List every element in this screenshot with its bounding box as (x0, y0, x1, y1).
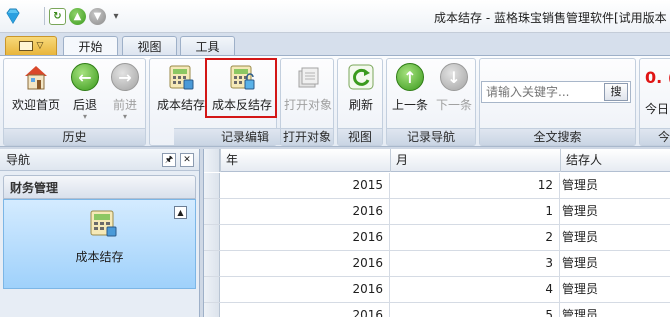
group-record-nav: ↑ 上一条 ↓ 下一条 记录导航 (386, 58, 476, 146)
today-label: 今日 (645, 102, 670, 116)
row-selector[interactable] (204, 277, 220, 302)
quick-access-toolbar: ↻ ▲ ▼ ▾ (4, 5, 123, 27)
row-selector[interactable] (204, 251, 220, 276)
nav-section-finance[interactable]: 财务管理 (3, 175, 196, 199)
calculator-icon (90, 210, 117, 237)
row-selector[interactable] (204, 173, 220, 198)
ribbon: 欢迎首页 ← 后退 ▾ → 前进 ▾ 历史 成本结存 成本反结存 记录编辑 打开… (0, 55, 670, 147)
document-stack-icon (293, 62, 323, 92)
group-today-label: 今 (640, 128, 670, 145)
search-input[interactable] (482, 82, 600, 102)
group-open-object: 打开对象 打开对象 (280, 58, 334, 146)
cell-person: 管理员 (562, 256, 599, 270)
cell-person: 管理员 (562, 178, 599, 192)
title-bar: ↻ ▲ ▼ ▾ 成本结存 - 蓝格珠宝销售管理软件[试用版本 (0, 0, 670, 33)
group-search-label: 全文搜索 (480, 128, 635, 145)
refresh-icon (346, 62, 376, 92)
qat-down-arrow-icon[interactable]: ▼ (89, 7, 106, 25)
arrow-down-icon: ↓ (440, 63, 468, 91)
table-row[interactable]: 2016 2 管理员 (204, 225, 670, 251)
cell-year: 2015 (220, 173, 390, 198)
nav-item-label: 成本结存 (75, 250, 124, 264)
window-title: 成本结存 - 蓝格珠宝销售管理软件[试用版本 (434, 11, 667, 25)
tab-start[interactable]: 开始 (63, 36, 118, 56)
arrow-right-icon: → (111, 63, 139, 91)
cell-year: 2016 (220, 251, 390, 276)
open-object-button[interactable]: 打开对象 (282, 62, 334, 126)
arrow-left-icon: ← (71, 63, 99, 91)
file-menu-icon (18, 41, 33, 51)
navigation-panel: 导航 🖈 ✕ 财务管理 ▲ 成本结存 (0, 149, 200, 317)
arrow-up-icon: ↑ (396, 63, 424, 91)
qat-refresh-icon[interactable]: ↻ (49, 7, 66, 25)
column-header-person[interactable]: 结存人 (560, 149, 670, 172)
table-row[interactable]: 2016 3 管理员 (204, 251, 670, 277)
ribbon-tab-row: ▽ 开始 视图 工具 (0, 33, 670, 56)
refresh-button[interactable]: 刷新 (339, 62, 383, 126)
qat-customize-dropdown-icon[interactable]: ▾ (109, 11, 123, 22)
qat-up-arrow-icon[interactable]: ▲ (69, 7, 86, 25)
group-view-label: 视图 (338, 128, 382, 145)
cell-month: 2 (390, 225, 560, 250)
row-selector[interactable] (204, 303, 220, 317)
table-row[interactable]: 2016 1 管理员 (204, 199, 670, 225)
nav-item-cost-close[interactable]: ▲ 成本结存 (3, 199, 196, 289)
table-row[interactable]: 2015 12 管理员 (204, 173, 670, 199)
tab-view[interactable]: 视图 (122, 36, 177, 55)
group-history-label: 历史 (4, 128, 145, 145)
highlight-annotation (205, 58, 277, 118)
group-record-nav-label: 记录导航 (387, 128, 475, 145)
data-grid: 年 月 结存人 2015 12 管理员 2016 1 管理员 2016 2 管理… (203, 149, 670, 317)
previous-record-button[interactable]: ↑ 上一条 (388, 62, 432, 126)
search-field: 搜 (481, 81, 631, 103)
cost-close-button[interactable]: 成本结存 (153, 62, 209, 126)
header-selector (204, 149, 220, 172)
grid-header: 年 月 结存人 (204, 149, 670, 172)
cell-month: 3 (390, 251, 560, 276)
pin-icon[interactable]: 🖈 (162, 153, 176, 167)
cell-month: 5 (390, 303, 560, 317)
cell-person: 管理员 (562, 282, 599, 296)
cell-month: 12 (390, 173, 560, 198)
nav-header: 导航 🖈 ✕ (0, 149, 199, 171)
back-button[interactable]: ← 后退 ▾ (66, 62, 104, 126)
collapse-icon[interactable]: ▲ (174, 206, 187, 219)
home-icon (21, 62, 51, 92)
group-open-object-label: 打开对象 (281, 128, 333, 145)
column-header-month[interactable]: 月 (390, 149, 560, 172)
cell-month: 4 (390, 277, 560, 302)
tab-tools[interactable]: 工具 (180, 36, 235, 55)
chevron-down-icon: ▽ (36, 41, 44, 51)
welcome-home-button[interactable]: 欢迎首页 (7, 62, 65, 126)
row-selector[interactable] (204, 225, 220, 250)
search-button[interactable]: 搜 (604, 83, 628, 101)
table-row[interactable]: 2016 4 管理员 (204, 277, 670, 303)
group-view: 刷新 视图 (337, 58, 383, 146)
close-icon[interactable]: ✕ (180, 153, 194, 167)
cell-person: 管理员 (562, 204, 599, 218)
cell-year: 2016 (220, 225, 390, 250)
cell-year: 2016 (220, 199, 390, 224)
cell-person: 管理员 (562, 308, 599, 317)
today-amount: 0. ( (645, 68, 670, 87)
cell-year: 2016 (220, 277, 390, 302)
calculator-lock-icon (166, 62, 196, 92)
qat-separator (44, 7, 45, 25)
row-selector[interactable] (204, 199, 220, 224)
next-record-button[interactable]: ↓ 下一条 (432, 62, 476, 126)
column-header-year[interactable]: 年 (220, 149, 390, 172)
table-row[interactable]: 2016 5 管理员 (204, 303, 670, 317)
diamond-app-icon[interactable] (4, 7, 22, 25)
chevron-down-icon: ▾ (122, 112, 127, 121)
forward-button[interactable]: → 前进 ▾ (106, 62, 144, 126)
group-history: 欢迎首页 ← 后退 ▾ → 前进 ▾ 历史 (3, 58, 146, 146)
file-menu-button[interactable]: ▽ (5, 36, 57, 55)
cell-year: 2016 (220, 303, 390, 317)
cell-person: 管理员 (562, 230, 599, 244)
cell-month: 1 (390, 199, 560, 224)
nav-title: 导航 (6, 153, 31, 167)
chevron-down-icon: ▾ (82, 112, 87, 121)
